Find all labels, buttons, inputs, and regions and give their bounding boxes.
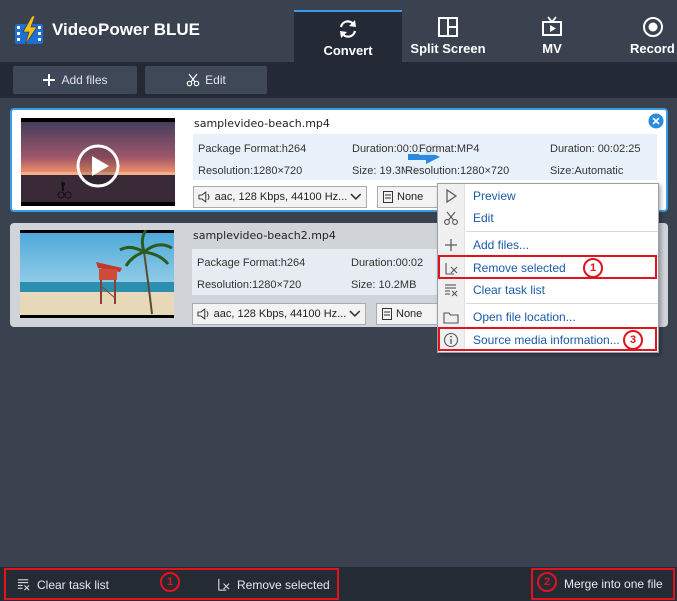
remove-selected-label: Remove selected (237, 577, 330, 592)
clear-list-icon (445, 284, 458, 297)
menu-item-label: Edit (473, 211, 494, 225)
subtitle-select[interactable]: None (376, 303, 438, 325)
output-duration: Duration: 00:02:25 (550, 143, 641, 155)
menu-item-open-file-location[interactable]: Open file location... (438, 306, 658, 328)
subtitle-icon (382, 308, 392, 320)
source-duration: Duration:00:02 (351, 257, 424, 269)
app-title: VideoPower BLUE (52, 20, 200, 39)
menu-item-label: Source media information... (473, 333, 620, 347)
context-menu: Preview Edit Add files... Remove selecte… (437, 183, 659, 353)
refresh-icon (339, 20, 357, 38)
media-info-panel: Package Format:h264 Duration:00:02 Resol… (192, 249, 445, 295)
add-files-label: Add files (61, 73, 108, 87)
source-format: Package Format:h264 (198, 143, 307, 155)
plus-icon (43, 74, 56, 86)
subtitle-select[interactable]: None (377, 186, 439, 208)
output-resolution: Resolution:1280×720 (405, 165, 510, 177)
menu-item-clear-task-list[interactable]: Clear task list (438, 279, 658, 301)
logo-icon (15, 16, 43, 46)
close-icon[interactable] (648, 113, 664, 129)
info-icon (443, 332, 459, 348)
scissors-icon (444, 211, 458, 225)
annotation-badge-3: 3 (623, 330, 643, 350)
clear-list-icon (17, 579, 30, 591)
sunset-thumbnail-image (21, 118, 175, 206)
subtitle-value: None (397, 191, 424, 203)
split-screen-icon (438, 17, 458, 37)
speaker-icon (198, 191, 210, 203)
tv-icon (542, 16, 562, 36)
clear-task-list-label: Clear task list (37, 577, 110, 592)
menu-item-label: Clear task list (473, 283, 546, 297)
menu-item-source-media-information[interactable]: Source media information... 3 (438, 327, 657, 351)
audio-track-value: aac, 128 Kbps, 44100 Hz... (213, 308, 347, 320)
folder-icon (443, 312, 459, 324)
clear-task-list-button[interactable]: Clear task list (16, 577, 109, 592)
video-thumbnail[interactable] (21, 118, 175, 206)
annotation-badge-2: 2 (537, 572, 557, 592)
remove-selected-button[interactable]: Remove selected (216, 577, 330, 592)
menu-item-preview[interactable]: Preview (438, 185, 658, 207)
subtitle-value: None (396, 308, 423, 320)
chevron-down-icon (349, 310, 361, 318)
tab-label: MV (542, 41, 562, 56)
remove-file-icon (218, 578, 230, 591)
plus-icon (445, 239, 457, 251)
source-format: Package Format:h264 (197, 257, 306, 269)
tab-record[interactable]: Record (600, 10, 677, 62)
subtitle-icon (383, 191, 393, 203)
menu-item-edit[interactable]: Edit (438, 207, 658, 229)
audio-track-select[interactable]: aac, 128 Kbps, 44100 Hz... (193, 186, 367, 208)
merge-label: Merge into one file (564, 577, 663, 591)
audio-track-select[interactable]: aac, 128 Kbps, 44100 Hz... (192, 303, 366, 325)
media-info-panel: Package Format:h264 Duration:00:02:25 Re… (193, 134, 657, 180)
menu-item-label: Add files... (473, 238, 530, 252)
tab-label: Split Screen (410, 41, 486, 56)
task-filename: samplevideo-beach.mp4 (194, 117, 330, 130)
edit-label: Edit (205, 73, 226, 87)
audio-track-value: aac, 128 Kbps, 44100 Hz... (214, 191, 348, 203)
scissors-icon (186, 73, 200, 87)
merge-into-one-file-button[interactable]: Merge into one file (564, 577, 663, 591)
footer: Clear task list 1 Remove selected 2 Merg… (0, 567, 677, 601)
speaker-icon (197, 308, 209, 320)
menu-item-add-files[interactable]: Add files... (438, 234, 658, 256)
output-size: Size:Automatic (550, 165, 624, 177)
tab-convert[interactable]: Convert (294, 10, 402, 62)
tab-mv[interactable]: MV (498, 10, 606, 62)
menu-separator (466, 231, 658, 232)
task-filename: samplevideo-beach2.mp4 (193, 229, 336, 242)
beach-thumbnail-image (20, 230, 174, 318)
menu-item-label: Open file location... (473, 310, 576, 324)
source-resolution: Resolution:1280×720 (197, 279, 302, 291)
menu-item-remove-selected[interactable]: Remove selected 1 (438, 255, 657, 279)
chevron-down-icon (350, 193, 362, 201)
source-size: Size: 10.2MB (351, 279, 417, 291)
menu-item-label: Preview (473, 189, 516, 203)
play-outline-icon (446, 188, 458, 204)
menu-item-label: Remove selected (473, 261, 566, 275)
record-icon (643, 17, 663, 37)
source-resolution: Resolution:1280×720 (198, 165, 303, 177)
video-thumbnail[interactable] (20, 230, 174, 318)
edit-button[interactable]: Edit (145, 66, 267, 94)
remove-file-icon (445, 263, 458, 275)
toolbar: Add files Edit (0, 62, 677, 98)
tab-split-screen[interactable]: Split Screen (394, 10, 502, 62)
tab-label: Convert (323, 43, 373, 58)
header: VideoPower BLUE Convert Split Screen MV (0, 0, 677, 62)
annotation-badge-1: 1 (160, 572, 180, 592)
menu-separator (466, 303, 658, 304)
add-files-button[interactable]: Add files (13, 66, 137, 94)
tab-label: Record (630, 41, 675, 56)
output-format: Format:MP4 (419, 143, 480, 155)
annotation-badge-1: 1 (583, 258, 603, 278)
